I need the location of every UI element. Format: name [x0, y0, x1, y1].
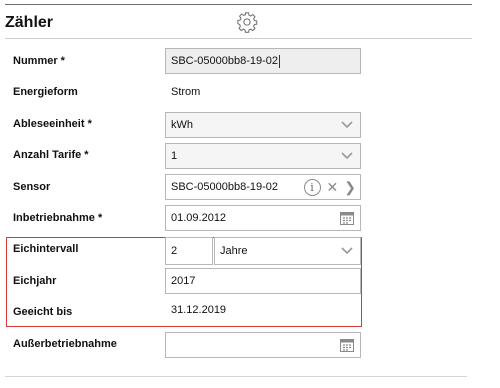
eichintervall-label: Eichintervall [13, 243, 79, 255]
clear-icon[interactable]: ✕ [327, 179, 339, 196]
inbetriebnahme-label: Inbetriebnahme * [13, 212, 103, 224]
ableseeinheit-value: kWh [171, 119, 193, 131]
sensor-label: Sensor [13, 181, 51, 193]
eichjahr-input[interactable]: 2017 [165, 268, 361, 294]
anzahl-tarife-select[interactable]: 1 [165, 143, 361, 169]
geeicht-bis-value: 31.12.2019 [171, 304, 227, 316]
ausserbetriebnahme-label: Außerbetriebnahme [13, 338, 117, 350]
ableseeinheit-label: Ableseeinheit * [13, 118, 92, 130]
top-divider [5, 4, 472, 5]
header-divider [5, 38, 472, 39]
sensor-field[interactable]: SBC-05000bb8-19-02 i ✕ ❯ [165, 174, 361, 200]
nummer-field[interactable]: SBC-05000bb8-19-02 [165, 48, 361, 74]
eichintervall-input[interactable]: 2 [165, 237, 213, 265]
eichintervall-unit-select[interactable]: Jahre [214, 237, 361, 265]
info-icon[interactable]: i [303, 179, 321, 196]
chevron-down-icon [341, 152, 353, 160]
nummer-value: SBC-05000bb8-19-02 [171, 55, 279, 67]
ausserbetriebnahme-date-field[interactable] [165, 332, 361, 358]
anzahl-tarife-value: 1 [171, 150, 178, 162]
chevron-down-icon [341, 247, 353, 255]
eichjahr-value: 2017 [171, 275, 196, 287]
inbetriebnahme-date-field[interactable]: 01.09.2012 [165, 205, 361, 231]
anzahl-tarife-label: Anzahl Tarife * [13, 149, 89, 161]
eichjahr-label: Eichjahr [13, 275, 57, 287]
eichintervall-value: 2 [171, 245, 178, 257]
bottom-divider [5, 376, 467, 377]
chevron-right-icon[interactable]: ❯ [344, 179, 356, 196]
chevron-down-icon [341, 121, 353, 129]
inbetriebnahme-value: 01.09.2012 [171, 212, 227, 224]
calendar-icon[interactable] [339, 337, 355, 353]
text-cursor [279, 54, 281, 68]
page-title: Zähler [5, 14, 54, 31]
eichintervall-unit-value: Jahre [220, 245, 248, 257]
energieform-label: Energieform [13, 86, 78, 98]
ableseeinheit-select[interactable]: kWh [165, 112, 361, 138]
gear-icon[interactable] [236, 11, 258, 33]
energieform-value: Strom [171, 86, 201, 98]
sensor-value: SBC-05000bb8-19-02 [171, 181, 279, 193]
geeicht-bis-label: Geeicht bis [13, 306, 73, 318]
calendar-icon[interactable] [339, 210, 355, 226]
nummer-label: Nummer * [13, 55, 65, 67]
